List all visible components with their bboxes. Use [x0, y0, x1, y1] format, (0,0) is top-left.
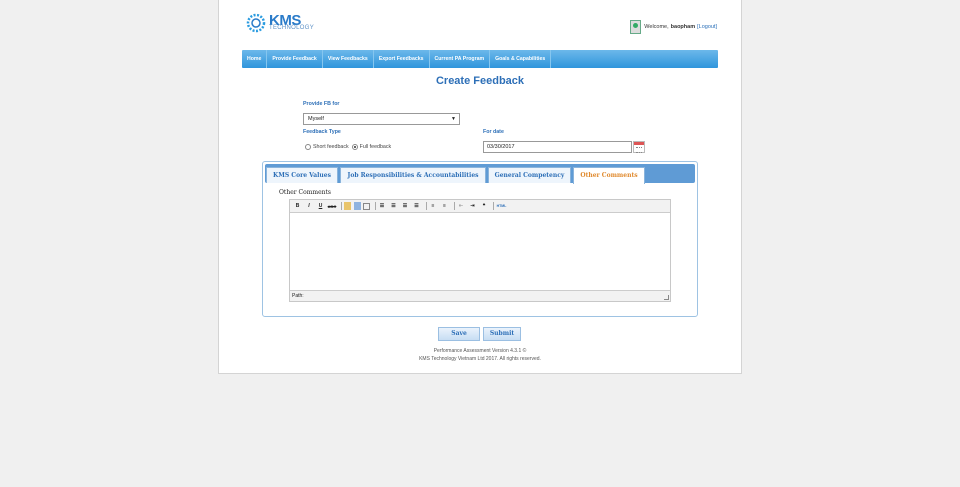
- underline-icon[interactable]: U: [316, 202, 325, 211]
- paste-text-icon[interactable]: [344, 202, 351, 210]
- remove-format-icon[interactable]: [363, 202, 370, 210]
- save-button[interactable]: Save: [438, 327, 480, 341]
- comment-editor: B I U ABC ☰ ☰ ☰ ☰ ≡ ≡ ⇤ ⇥ ❝ HTML Path:: [289, 199, 671, 302]
- strikethrough-icon[interactable]: ABC: [328, 202, 337, 211]
- footer-copyright: KMS Technology Vietnam Ltd 2017. All rig…: [419, 356, 541, 362]
- full-feedback-radio[interactable]: [351, 144, 358, 150]
- footer-version: Performance Assessment Version 4.3.1 ©: [433, 348, 527, 354]
- main-nav: Home Provide Feedback View Feedbacks Exp…: [242, 50, 718, 68]
- tab-general-competency[interactable]: General Competency: [488, 167, 571, 183]
- full-feedback-label: Full feedback: [359, 144, 392, 150]
- submit-button[interactable]: Submit: [483, 327, 521, 341]
- provide-for-value: Myself: [308, 116, 324, 122]
- toolbar-divider: [425, 202, 427, 210]
- nav-current-pa-program[interactable]: Current PA Program: [430, 50, 491, 68]
- nav-home[interactable]: Home: [242, 50, 268, 68]
- paste-word-icon[interactable]: [353, 202, 361, 210]
- welcome-text: Welcome,: [644, 24, 669, 30]
- for-date-label: For date: [483, 129, 504, 135]
- tab-job-responsibilities[interactable]: Job Responsibilities & Accountabilities: [340, 167, 486, 183]
- editor-status-bar: Path:: [290, 290, 670, 301]
- logo-subtext: TECHNOLOGY: [269, 25, 315, 31]
- resize-handle-icon[interactable]: [664, 295, 669, 300]
- tab-other-comments[interactable]: Other Comments: [573, 167, 645, 184]
- calendar-icon[interactable]: [633, 141, 645, 153]
- username: baopham: [670, 24, 696, 30]
- avatar: [630, 20, 642, 34]
- html-source-icon[interactable]: HTML: [496, 202, 507, 211]
- provide-for-label: Provide FB for: [303, 101, 340, 107]
- toolbar-divider: [341, 202, 342, 210]
- numbered-list-icon[interactable]: ≡: [440, 202, 449, 211]
- comment-textarea[interactable]: [290, 213, 670, 290]
- short-feedback-label: Short feedback: [313, 144, 349, 150]
- indent-icon[interactable]: ⇥: [468, 202, 477, 211]
- page-title: Create Feedback: [435, 75, 525, 87]
- user-info: Welcome, baopham [Logout]: [630, 20, 717, 34]
- for-date-input[interactable]: 03/30/2017: [483, 141, 632, 153]
- toolbar-divider: [374, 202, 376, 210]
- logout-link[interactable]: [Logout]: [697, 24, 717, 30]
- blockquote-icon[interactable]: ❝: [480, 202, 489, 211]
- kms-gear-icon: [246, 13, 266, 33]
- path-label: Path:: [292, 293, 304, 299]
- feedback-type-label: Feedback Type: [303, 129, 341, 135]
- toolbar-divider: [453, 202, 455, 210]
- feedback-panel: KMS Core Values Job Responsibilities & A…: [262, 161, 698, 317]
- nav-provide-feedback[interactable]: Provide Feedback: [267, 50, 323, 68]
- align-right-icon[interactable]: ☰: [401, 202, 410, 211]
- editor-toolbar: B I U ABC ☰ ☰ ☰ ☰ ≡ ≡ ⇤ ⇥ ❝ HTML: [290, 200, 670, 213]
- nav-export-feedbacks[interactable]: Export Feedbacks: [374, 50, 430, 68]
- other-comments-title: Other Comments: [279, 189, 332, 196]
- nav-view-feedbacks[interactable]: View Feedbacks: [323, 50, 374, 68]
- tab-kms-core-values[interactable]: KMS Core Values: [266, 167, 338, 183]
- align-left-icon[interactable]: ☰: [378, 202, 387, 211]
- kms-logo[interactable]: KMS TECHNOLOGY: [245, 10, 315, 36]
- align-center-icon[interactable]: ☰: [389, 202, 398, 211]
- chevron-down-icon: ▼: [451, 116, 456, 122]
- nav-goals-capabilities[interactable]: Goals & Capabilities: [490, 50, 552, 68]
- provide-for-select[interactable]: Myself ▼: [303, 113, 460, 125]
- short-feedback-radio[interactable]: [305, 144, 311, 150]
- bullet-list-icon[interactable]: ≡: [429, 202, 438, 211]
- toolbar-divider: [493, 202, 494, 210]
- bold-icon[interactable]: B: [293, 202, 302, 211]
- feedback-type-group: Short feedback Full feedback: [305, 144, 391, 150]
- page-container: KMS TECHNOLOGY Welcome, baopham [Logout]…: [218, 0, 742, 374]
- italic-icon[interactable]: I: [305, 202, 314, 211]
- align-justify-icon[interactable]: ☰: [412, 202, 421, 211]
- outdent-icon[interactable]: ⇤: [457, 202, 466, 211]
- tab-bar: KMS Core Values Job Responsibilities & A…: [265, 164, 695, 184]
